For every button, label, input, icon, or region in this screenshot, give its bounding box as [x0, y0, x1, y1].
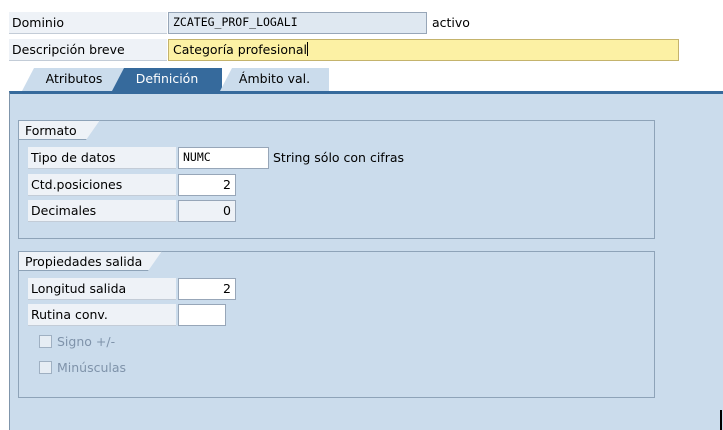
longitud-salida-field[interactable]: 2	[178, 278, 236, 300]
text-cursor	[307, 42, 309, 56]
formato-group-title: Formato	[18, 120, 100, 140]
tipo-datos-label: Tipo de datos	[28, 147, 176, 169]
decimales-label: Decimales	[28, 200, 176, 222]
propiedades-salida-group: Propiedades salida Longitud salida 2 Rut…	[18, 251, 655, 398]
dominio-field[interactable]: ZCATEG_PROF_LOGALI	[168, 12, 427, 34]
descripcion-value: Categoría profesional	[173, 42, 308, 57]
tab-atributos[interactable]: Atributos	[22, 68, 126, 91]
tab-definicion[interactable]: Definición	[112, 68, 222, 91]
minusculas-checkbox	[39, 361, 52, 374]
signo-label: Signo +/-	[57, 334, 116, 349]
status-text: activo	[432, 15, 470, 30]
descripcion-field[interactable]: Categoría profesional	[168, 39, 679, 61]
posiciones-field[interactable]: 2	[178, 174, 236, 196]
signo-checkbox	[39, 335, 52, 348]
decimales-field: 0	[178, 200, 236, 222]
longitud-salida-label: Longitud salida	[28, 278, 176, 300]
tab-ambito-val[interactable]: Ámbito val.	[220, 68, 329, 91]
tab-content-panel: Formato Tipo de datos NUMC String sólo c…	[9, 91, 723, 430]
posiciones-label: Ctd.posiciones	[28, 174, 176, 196]
scrollbar-edge	[720, 410, 722, 430]
rutina-conv-field[interactable]	[178, 304, 226, 326]
rutina-conv-label: Rutina conv.	[28, 304, 176, 326]
formato-group: Formato Tipo de datos NUMC String sólo c…	[18, 120, 655, 239]
propiedades-salida-title: Propiedades salida	[18, 251, 162, 271]
descripcion-label: Descripción breve	[9, 39, 167, 61]
dominio-label: Dominio	[9, 12, 167, 34]
tipo-datos-description: String sólo con cifras	[273, 150, 405, 165]
tipo-datos-field[interactable]: NUMC	[178, 147, 269, 169]
minusculas-label: Minúsculas	[57, 360, 127, 375]
